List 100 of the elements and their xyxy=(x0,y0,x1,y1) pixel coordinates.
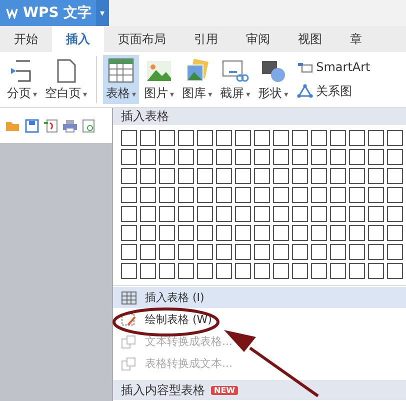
grid-cell[interactable] xyxy=(254,130,270,146)
grid-cell[interactable] xyxy=(292,168,308,184)
grid-cell[interactable] xyxy=(159,263,175,279)
grid-cell[interactable] xyxy=(235,244,251,260)
grid-cell[interactable] xyxy=(235,187,251,203)
grid-cell[interactable] xyxy=(121,168,137,184)
grid-cell[interactable] xyxy=(121,244,137,260)
grid-cell[interactable] xyxy=(273,187,289,203)
grid-cell[interactable] xyxy=(216,225,232,241)
grid-cell[interactable] xyxy=(368,225,384,241)
grid-cell[interactable] xyxy=(121,149,137,165)
grid-cell[interactable] xyxy=(273,244,289,260)
grid-cell[interactable] xyxy=(292,206,308,222)
grid-cell[interactable] xyxy=(330,187,346,203)
ribbon-tab[interactable]: 引用 xyxy=(180,26,232,52)
grid-cell[interactable] xyxy=(197,130,213,146)
grid-cell[interactable] xyxy=(292,225,308,241)
grid-cell[interactable] xyxy=(254,225,270,241)
grid-cell[interactable] xyxy=(121,130,137,146)
grid-cell[interactable] xyxy=(349,168,365,184)
grid-cell[interactable] xyxy=(330,225,346,241)
grid-cell[interactable] xyxy=(292,149,308,165)
grid-cell[interactable] xyxy=(121,263,137,279)
grid-cell[interactable] xyxy=(387,206,403,222)
grid-cell[interactable] xyxy=(178,263,194,279)
grid-cell[interactable] xyxy=(254,263,270,279)
grid-cell[interactable] xyxy=(178,130,194,146)
grid-cell[interactable] xyxy=(140,187,156,203)
ribbon-button[interactable]: 截屏 ▾ xyxy=(217,55,254,104)
grid-cell[interactable] xyxy=(311,130,327,146)
grid-cell[interactable] xyxy=(235,225,251,241)
grid-cell[interactable] xyxy=(140,225,156,241)
app-menu-button[interactable]: ▾ xyxy=(96,0,109,26)
grid-cell[interactable] xyxy=(292,187,308,203)
grid-cell[interactable] xyxy=(216,206,232,222)
ribbon-button[interactable]: 表格 ▾ xyxy=(103,55,140,104)
grid-cell[interactable] xyxy=(178,187,194,203)
grid-cell[interactable] xyxy=(254,206,270,222)
grid-cell[interactable] xyxy=(349,130,365,146)
grid-cell[interactable] xyxy=(330,263,346,279)
grid-cell[interactable] xyxy=(273,130,289,146)
grid-cell[interactable] xyxy=(197,149,213,165)
grid-cell[interactable] xyxy=(387,225,403,241)
grid-cell[interactable] xyxy=(311,187,327,203)
grid-cell[interactable] xyxy=(368,206,384,222)
grid-cell[interactable] xyxy=(349,187,365,203)
grid-cell[interactable] xyxy=(235,263,251,279)
grid-cell[interactable] xyxy=(140,130,156,146)
grid-cell[interactable] xyxy=(140,149,156,165)
ribbon-tab[interactable]: 章 xyxy=(336,26,376,52)
grid-cell[interactable] xyxy=(216,187,232,203)
grid-cell[interactable] xyxy=(121,187,137,203)
grid-cell[interactable] xyxy=(273,149,289,165)
grid-cell[interactable] xyxy=(273,263,289,279)
ribbon-tab[interactable]: 页面布局 xyxy=(104,26,180,52)
grid-cell[interactable] xyxy=(387,244,403,260)
grid-cell[interactable] xyxy=(216,130,232,146)
grid-cell[interactable] xyxy=(140,206,156,222)
ribbon-button[interactable]: 图片 ▾ xyxy=(141,55,178,104)
grid-cell[interactable] xyxy=(368,168,384,184)
grid-cell[interactable] xyxy=(273,225,289,241)
grid-cell[interactable] xyxy=(216,244,232,260)
grid-cell[interactable] xyxy=(216,168,232,184)
grid-cell[interactable] xyxy=(197,244,213,260)
grid-cell[interactable] xyxy=(349,263,365,279)
grid-cell[interactable] xyxy=(330,206,346,222)
grid-cell[interactable] xyxy=(159,187,175,203)
grid-cell[interactable] xyxy=(330,244,346,260)
grid-cell[interactable] xyxy=(140,168,156,184)
grid-cell[interactable] xyxy=(311,149,327,165)
grid-cell[interactable] xyxy=(311,263,327,279)
grid-cell[interactable] xyxy=(368,187,384,203)
grid-cell[interactable] xyxy=(254,187,270,203)
grid-cell[interactable] xyxy=(216,149,232,165)
ribbon-tab[interactable]: 开始 xyxy=(0,26,52,52)
grid-cell[interactable] xyxy=(273,168,289,184)
grid-cell[interactable] xyxy=(197,168,213,184)
grid-cell[interactable] xyxy=(159,206,175,222)
grid-cell[interactable] xyxy=(121,206,137,222)
grid-cell[interactable] xyxy=(311,225,327,241)
grid-cell[interactable] xyxy=(254,149,270,165)
grid-cell[interactable] xyxy=(159,244,175,260)
grid-cell[interactable] xyxy=(159,168,175,184)
grid-cell[interactable] xyxy=(368,244,384,260)
grid-cell[interactable] xyxy=(178,225,194,241)
grid-cell[interactable] xyxy=(292,130,308,146)
grid-cell[interactable] xyxy=(178,244,194,260)
grid-cell[interactable] xyxy=(387,149,403,165)
ribbon-button[interactable]: 空白页 ▾ xyxy=(42,55,90,104)
grid-cell[interactable] xyxy=(330,168,346,184)
grid-cell[interactable] xyxy=(159,130,175,146)
grid-cell[interactable] xyxy=(235,206,251,222)
grid-cell[interactable] xyxy=(140,244,156,260)
grid-cell[interactable] xyxy=(197,206,213,222)
grid-cell[interactable] xyxy=(197,225,213,241)
grid-cell[interactable] xyxy=(330,130,346,146)
grid-cell[interactable] xyxy=(292,263,308,279)
grid-cell[interactable] xyxy=(273,206,289,222)
ribbon-button[interactable]: 形状 ▾ xyxy=(255,55,292,104)
grid-cell[interactable] xyxy=(349,244,365,260)
